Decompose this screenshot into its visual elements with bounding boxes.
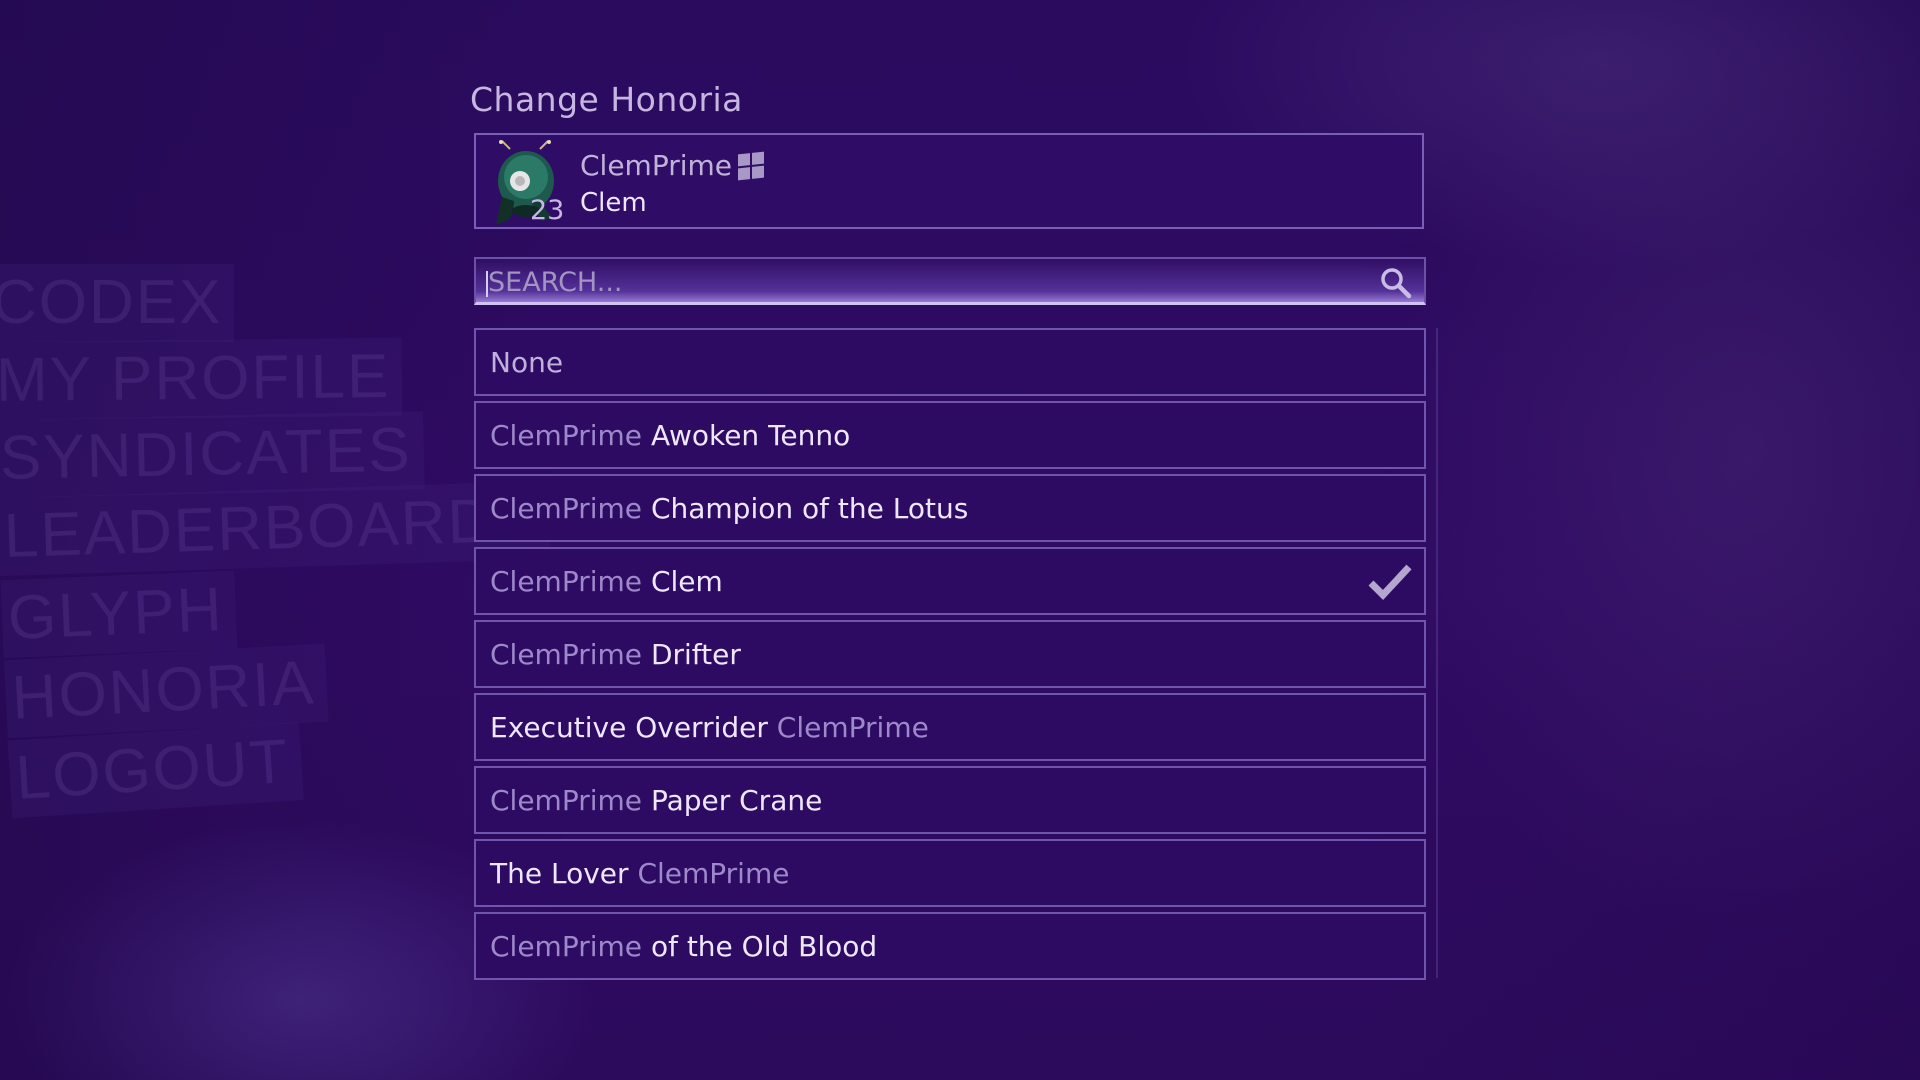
search-bar[interactable] xyxy=(474,257,1426,305)
player-name-part: ClemPrime xyxy=(490,492,643,525)
honoria-title-part: Paper Crane xyxy=(650,784,823,817)
honoria-option[interactable]: ClemPrime of the Old Blood xyxy=(474,912,1426,980)
player-name-part: ClemPrime xyxy=(637,857,790,890)
current-honoria: Clem xyxy=(580,188,647,218)
mastery-rank-badge: 23 xyxy=(530,195,565,226)
honoria-title-part: Executive Overrider xyxy=(490,711,768,744)
honoria-option-none[interactable]: None xyxy=(474,328,1426,396)
side-menu-item-logout[interactable]: LOGOUT xyxy=(14,727,292,813)
honoria-option[interactable]: ClemPrime Champion of the Lotus xyxy=(474,474,1426,542)
honoria-option[interactable]: ClemPrime Paper Crane xyxy=(474,766,1426,834)
side-menu-item-honoria[interactable]: HONORIA xyxy=(10,648,317,733)
honoria-option[interactable]: ClemPrime Awoken Tenno xyxy=(474,401,1426,469)
username-row: ClemPrime xyxy=(580,149,765,182)
side-menu-item-glyph[interactable]: GLYPH xyxy=(7,575,225,653)
player-name-part: ClemPrime xyxy=(490,930,643,963)
honoria-option[interactable]: ClemPrime Drifter xyxy=(474,620,1426,688)
honoria-option[interactable]: Executive Overrider ClemPrime xyxy=(474,693,1426,761)
side-menu-item-codex[interactable]: CODEX xyxy=(0,264,235,342)
side-menu: CODEX MY PROFILE SYNDICATES LEADERBOARDS… xyxy=(0,250,539,850)
honoria-option-selected[interactable]: ClemPrime Clem xyxy=(474,547,1426,615)
honoria-title-part: Clem xyxy=(650,565,723,598)
honoria-title-part: Drifter xyxy=(650,638,741,671)
panel-title: Change Honoria xyxy=(470,80,743,119)
username: ClemPrime xyxy=(580,149,733,182)
honoria-title-part: of the Old Blood xyxy=(650,930,878,963)
side-menu-item-my-profile[interactable]: MY PROFILE xyxy=(0,342,391,415)
honoria-title-part: Champion of the Lotus xyxy=(650,492,969,525)
player-name-part: ClemPrime xyxy=(490,638,643,671)
search-icon[interactable] xyxy=(1378,265,1414,301)
player-name-part: ClemPrime xyxy=(490,565,643,598)
checkmark-icon xyxy=(1368,564,1412,601)
search-input[interactable] xyxy=(488,263,1348,301)
honoria-title-part: Awoken Tenno xyxy=(650,419,851,452)
list-scrollbar[interactable] xyxy=(1436,328,1446,978)
profile-card: 23 ClemPrime Clem xyxy=(474,133,1424,229)
side-menu-item-leaderboards[interactable]: LEADERBOARDS xyxy=(3,485,539,571)
side-menu-item-syndicates[interactable]: SYNDICATES xyxy=(0,415,412,493)
honoria-list: None ClemPrime Awoken Tenno ClemPrime Ch… xyxy=(474,328,1426,985)
windows-icon xyxy=(738,151,765,180)
honoria-option-label: None xyxy=(490,346,564,379)
player-name-part: ClemPrime xyxy=(490,784,643,817)
player-name-part: ClemPrime xyxy=(490,419,643,452)
player-name-part: ClemPrime xyxy=(776,711,929,744)
honoria-option[interactable]: The Lover ClemPrime xyxy=(474,839,1426,907)
honoria-title-part: The Lover xyxy=(490,857,629,890)
